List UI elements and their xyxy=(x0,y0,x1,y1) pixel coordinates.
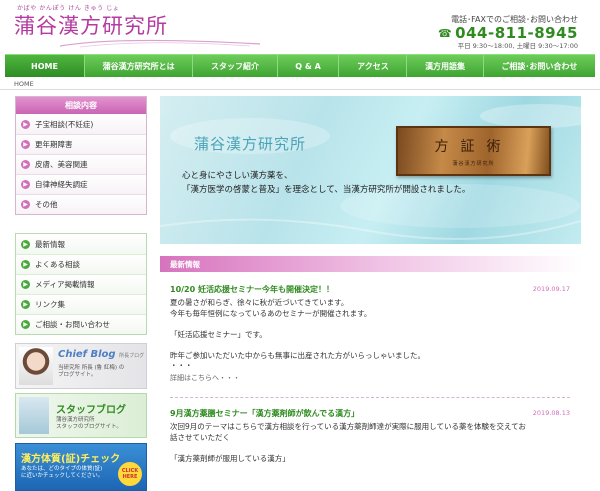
news-item-line xyxy=(170,340,570,351)
sidebar-item-label: 更年期障害 xyxy=(35,140,73,149)
telephone-icon: ☎ xyxy=(437,26,453,40)
news-item-line: 今年も毎年恒例になっているあのセミナーが開催されます。 xyxy=(170,308,372,318)
click-here-badge: CLICK HERE xyxy=(118,462,142,486)
news-item-date: 2019.09.17 xyxy=(532,285,570,293)
chevron-right-icon: ▶ xyxy=(21,320,30,329)
site-logo[interactable]: 蒲谷漢方研究所 xyxy=(14,10,168,40)
chevron-right-icon: ▶ xyxy=(21,200,30,209)
constitution-check-banner[interactable]: 漢方体質(証)チェック あなたは、どのタイプの体質(証) に近いかチェックしてく… xyxy=(15,443,147,491)
chevron-right-icon: ▶ xyxy=(21,239,30,249)
hero-banner: 蒲谷漢方研究所 方証術 蒲谷漢方研究所 心と身にやさしい漢方薬を、 「漢方医学の… xyxy=(160,96,581,244)
news-item-body: 夏の暑さが和らぎ、徐々に秋が近づいてきています。 今年も毎年恒例になっているあの… xyxy=(170,298,570,372)
chevron-right-icon: ▶ xyxy=(21,119,30,129)
chief-portrait xyxy=(19,347,53,385)
chief-blog-title-text: Chief Blog xyxy=(58,349,116,360)
news-item-line xyxy=(170,443,570,454)
news-read-more-link[interactable]: 詳細はこちらへ・・・ xyxy=(170,373,570,383)
sidebar-item-contact[interactable]: ▶ ご相談・お問い合わせ xyxy=(16,314,146,334)
news-item-line xyxy=(170,319,570,330)
staff-blog-banner[interactable]: スタッフブログ 蒲谷漢方研究所 スタッフのブログサイト。 xyxy=(15,393,147,438)
news-divider xyxy=(170,397,570,398)
signboard-subtext: 蒲谷漢方研究所 xyxy=(452,161,495,167)
consult-menu: 相談内容 ▶ 子宝相談(不妊症) ▶ 更年期障害 ▶ 皮膚、美容関連 ▶ 自律神経失調症… xyxy=(15,96,147,215)
sidebar-item-label: 自律神経失調症 xyxy=(35,180,88,189)
chief-blog-description: 当研究所 所長 (鲁 紅梅) の ブログサイト。 xyxy=(58,365,124,379)
nav-glossary[interactable]: 漢方用語集 xyxy=(407,55,484,77)
consult-menu-heading: 相談内容 xyxy=(16,97,146,114)
staff-photo xyxy=(19,397,49,434)
breadcrumb-divider xyxy=(0,89,600,90)
chief-blog-title: Chief Blog 所長ブログ xyxy=(58,349,144,360)
chief-blog-tag: 所長ブログ xyxy=(119,353,145,359)
chevron-right-icon: ▶ xyxy=(21,180,30,189)
news-item-title[interactable]: 10/20 妊活応援セミナー今年も開催決定！！ xyxy=(170,284,570,295)
staff-blog-line1: 蒲谷漢方研究所 xyxy=(56,417,95,423)
sidebar-item-autonomic[interactable]: ▶ 自律神経失調症 xyxy=(16,174,146,194)
staff-blog-description: 蒲谷漢方研究所 スタッフのブログサイト。 xyxy=(56,417,122,431)
chief-blog-line1: 当研究所 所長 (鲁 紅梅) の xyxy=(58,365,125,371)
hero-message: 心と身にやさしい漢方薬を、 「漢方医学の啓蒙と普及」を理念として、当漢方研究所が… xyxy=(182,169,470,197)
nav-home[interactable]: HOME xyxy=(5,55,85,77)
chevron-right-icon: ▶ xyxy=(21,280,30,289)
constitution-check-description: あなたは、どのタイプの体質(証) に近いかチェックしてください。 xyxy=(21,466,113,480)
chief-blog-banner[interactable]: Chief Blog 所長ブログ 当研究所 所長 (鲁 紅梅) の ブログサイト… xyxy=(15,343,147,389)
consult-menu-list: ▶ 子宝相談(不妊症) ▶ 更年期障害 ▶ 皮膚、美容関連 ▶ 自律神経失調症 ▶ その他 xyxy=(16,114,146,214)
news-item-line: 「妊活応援セミナー」です。 xyxy=(170,329,267,339)
chief-blog-line2: ブログサイト。 xyxy=(58,372,97,378)
nav-contact[interactable]: ご相談･お問い合わせ xyxy=(484,55,595,77)
news-item-line: 夏の暑さが和らぎ、徐々に秋が近づいてきています。 xyxy=(170,298,349,307)
sidebar-item-label: ご相談・お問い合わせ xyxy=(35,320,110,329)
sidebar-item-label: よくある相談 xyxy=(35,260,80,269)
news-item-line: 昨年ご参加いただいた中からも無事に出産された方がいらっしゃいました。 xyxy=(170,350,425,360)
news-item-date: 2019.08.13 xyxy=(532,409,570,417)
sidebar-item-menopause[interactable]: ▶ 更年期障害 xyxy=(16,134,146,154)
sidebar-item-skin-beauty[interactable]: ▶ 皮膚、美容関連 xyxy=(16,154,146,174)
sidebar-item-label: 皮膚、美容関連 xyxy=(35,160,88,169)
constitution-check-title: 漢方体質(証)チェック xyxy=(21,454,121,465)
news-item-title[interactable]: 9月漢方薬膳セミナー「漢方薬剤師が飲んでる漢方」 xyxy=(170,408,570,419)
sidebar-item-label: メディア掲載情報 xyxy=(35,280,95,289)
sidebar-item-faq[interactable]: ▶ よくある相談 xyxy=(16,254,146,274)
news-item-line: 「漢方薬剤師が服用している漢方」 xyxy=(170,453,290,463)
news-item: 9月漢方薬膳セミナー「漢方薬剤師が飲んでる漢方」 2019.08.13 次回9月… xyxy=(170,408,570,464)
staff-blog-title: スタッフブログ xyxy=(56,405,126,416)
sidebar-item-label: その他 xyxy=(35,200,58,209)
sidebar-item-media[interactable]: ▶ メディア掲載情報 xyxy=(16,274,146,294)
logo-swash-decoration xyxy=(60,39,260,48)
sidebar-item-label: 最新情報 xyxy=(35,239,65,249)
news-item-line: ・・・ xyxy=(170,361,193,370)
chevron-right-icon: ▶ xyxy=(21,140,30,149)
business-hours: 平日 9:30～18:00, 土曜日 9:30～17:00 xyxy=(457,42,578,50)
news-item-line: 話させていただく xyxy=(170,432,230,442)
news-heading: 最新情報 xyxy=(160,256,581,272)
sidebar-item-label: 子宝相談(不妊症) xyxy=(35,119,94,129)
constitution-check-line1: あなたは、どのタイプの体質(証) xyxy=(21,466,103,472)
nav-staff[interactable]: スタッフ紹介 xyxy=(193,55,278,77)
news-item-line: 次回9月のテーマはこちらで漢方相談を行っている漢方薬剤師達が実際に服用している薬… xyxy=(170,422,526,431)
chevron-right-icon: ▶ xyxy=(21,260,30,269)
link-menu: ▶ 最新情報 ▶ よくある相談 ▶ メディア掲載情報 ▶ リンク集 ▶ ご相談・お問い合わ… xyxy=(15,233,147,335)
site-header: かばや かんぽう けん きゅう じょ 蒲谷漢方研究所 電話･FAXでのご相談･お… xyxy=(0,0,600,52)
nav-about[interactable]: 蒲谷漢方研究所とは xyxy=(85,55,194,77)
signboard-text: 方証術 xyxy=(434,139,513,155)
news-item: 10/20 妊活応援セミナー今年も開催決定！！ 2019.09.17 夏の暑さが… xyxy=(170,284,570,383)
global-nav: HOME 蒲谷漢方研究所とは スタッフ紹介 Q & A アクセス 漢方用語集 ご… xyxy=(5,54,595,77)
sidebar-item-fertility[interactable]: ▶ 子宝相談(不妊症) xyxy=(16,114,146,134)
constitution-check-line2: に近いかチェックしてください。 xyxy=(21,473,104,479)
sidebar-item-other[interactable]: ▶ その他 xyxy=(16,194,146,214)
news-item-body: 次回9月のテーマはこちらで漢方相談を行っている漢方薬剤師達が実際に服用している薬… xyxy=(170,422,570,464)
sidebar-item-links[interactable]: ▶ リンク集 xyxy=(16,294,146,314)
breadcrumb[interactable]: HOME xyxy=(14,80,34,88)
chevron-right-icon: ▶ xyxy=(21,160,30,169)
sidebar-item-news[interactable]: ▶ 最新情報 xyxy=(16,234,146,254)
hero-message-line1: 心と身にやさしい漢方薬を、 xyxy=(182,171,293,181)
chevron-right-icon: ▶ xyxy=(21,300,30,309)
nav-access[interactable]: アクセス xyxy=(339,55,408,77)
hero-message-line2: 「漢方医学の啓蒙と普及」を理念として、当漢方研究所が開設されました。 xyxy=(182,185,471,195)
nav-qa[interactable]: Q & A xyxy=(278,55,340,77)
hero-title: 蒲谷漢方研究所 xyxy=(194,135,307,153)
sidebar-item-label: リンク集 xyxy=(35,300,65,309)
staff-blog-line2: スタッフのブログサイト。 xyxy=(56,424,122,430)
